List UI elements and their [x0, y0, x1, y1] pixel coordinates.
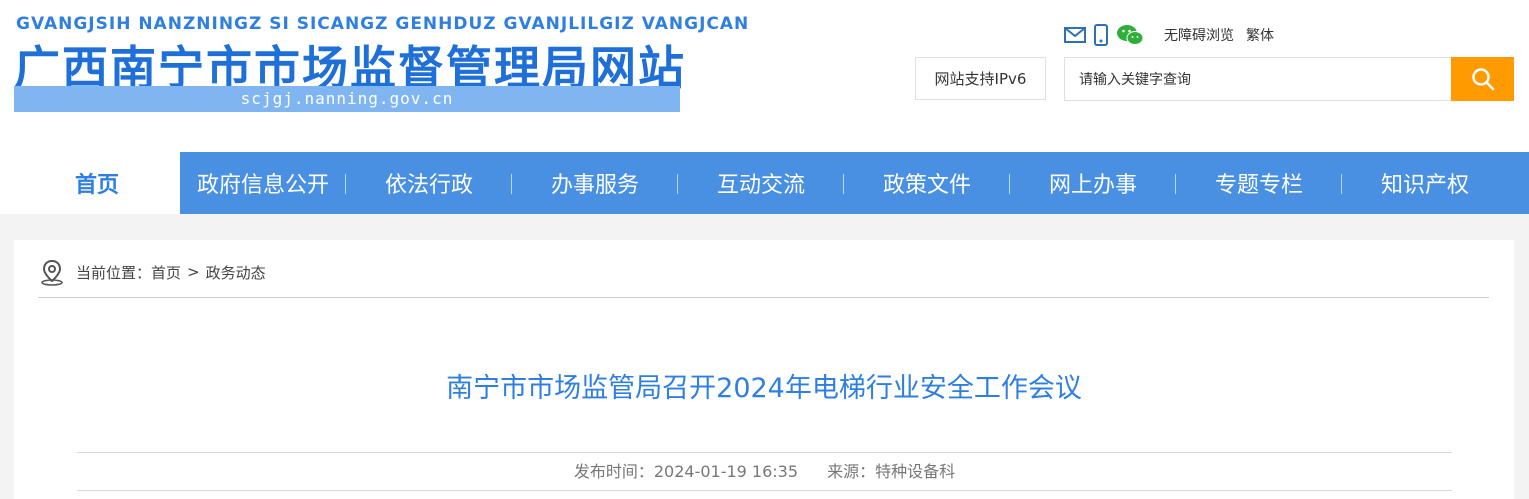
publish-time: 发布时间：2024-01-19 16:35	[573, 462, 799, 481]
article-title: 南宁市市场监管局召开2024年电梯行业安全工作会议	[446, 373, 1082, 404]
search-box	[1064, 57, 1514, 102]
nav-item-law-admin[interactable]: 依法行政	[346, 152, 512, 214]
logo-pinyin: GVANGJSIH NANZNINGZ SI SICANGZ GENHDUZ G…	[16, 14, 750, 34]
search-button[interactable]	[1451, 57, 1514, 101]
main-nav: 首页 政府信息公开 依法行政 办事服务 互动交流 政策文件 网上办事 专题专栏 …	[14, 152, 1529, 214]
breadcrumb-current[interactable]: 政务动态	[206, 262, 266, 283]
nav-item-gov-info[interactable]: 政府信息公开	[180, 152, 346, 214]
nav-item-label: 政府信息公开	[196, 173, 329, 198]
nav-item-home[interactable]: 首页	[14, 152, 180, 214]
nav-item-label: 知识产权	[1380, 173, 1469, 198]
nav-item-policy[interactable]: 政策文件	[844, 152, 1010, 214]
wechat-icon[interactable]	[1116, 24, 1144, 46]
article-meta: 发布时间：2024-01-19 16:35 来源：特种设备科	[77, 458, 1452, 482]
search-input[interactable]	[1077, 58, 1451, 102]
breadcrumb: 当前位置： 首页 > 政务动态	[38, 258, 266, 286]
nav-item-label: 政策文件	[882, 173, 971, 198]
nav-item-label: 办事服务	[550, 173, 639, 198]
ipv6-badge: 网站支持IPv6	[915, 57, 1046, 100]
breadcrumb-separator: >	[187, 263, 200, 281]
nav-item-ip[interactable]: 知识产权	[1342, 152, 1508, 214]
meta-bottom-rule	[77, 490, 1452, 491]
mail-icon[interactable]	[1064, 27, 1086, 43]
site-header: GVANGJSIH NANZNINGZ SI SICANGZ GENHDUZ G…	[0, 0, 1529, 152]
nav-item-label: 网上办事	[1048, 173, 1137, 198]
nav-item-label: 互动交流	[716, 173, 805, 198]
breadcrumb-home-link[interactable]: 首页	[151, 262, 181, 283]
nav-item-label: 依法行政	[384, 173, 473, 198]
site-logo[interactable]: GVANGJSIH NANZNINGZ SI SICANGZ GENHDUZ G…	[14, 14, 748, 114]
mobile-icon[interactable]	[1094, 24, 1108, 46]
nav-item-special-topics[interactable]: 专题专栏	[1176, 152, 1342, 214]
logo-domain: scjgj.nanning.gov.cn	[240, 89, 454, 108]
nav-item-services[interactable]: 办事服务	[512, 152, 678, 214]
traditional-chinese-link[interactable]: 繁体	[1246, 25, 1274, 45]
nav-item-label: 首页	[74, 173, 119, 198]
accessible-browse-link[interactable]: 无障碍浏览	[1164, 25, 1234, 45]
breadcrumb-prefix: 当前位置：	[76, 263, 152, 282]
meta-top-rule	[77, 452, 1452, 453]
article-source: 来源：特种设备科	[827, 462, 956, 481]
nav-item-interaction[interactable]: 互动交流	[678, 152, 844, 214]
nav-item-label: 专题专栏	[1214, 173, 1303, 198]
location-pin-icon	[38, 258, 66, 286]
nav-item-online-services[interactable]: 网上办事	[1010, 152, 1176, 214]
breadcrumb-divider	[38, 297, 1489, 298]
search-icon	[1471, 68, 1494, 91]
header-tools: 无障碍浏览 繁体	[1064, 22, 1274, 48]
